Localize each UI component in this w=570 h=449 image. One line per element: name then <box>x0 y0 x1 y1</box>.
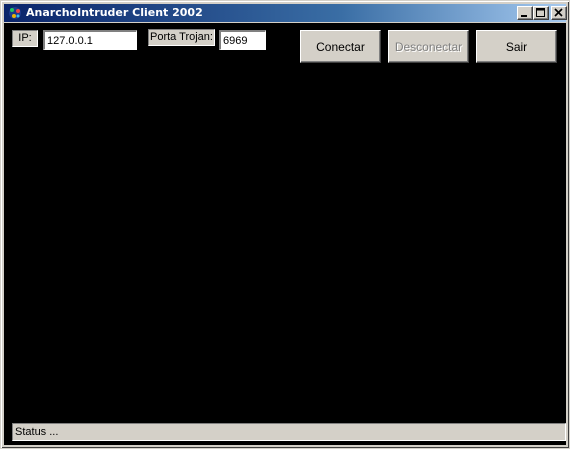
window-title: AnarchoIntruder Client 2002 <box>26 6 203 19</box>
port-label: Porta Trojan: <box>148 29 215 46</box>
maximize-icon <box>536 8 545 17</box>
app-icon <box>7 5 23 21</box>
client-area: IP: Porta Trojan: Conectar Desconectar S… <box>4 23 566 445</box>
status-bar: Status ... <box>12 423 566 441</box>
port-input[interactable] <box>219 30 266 50</box>
close-button[interactable] <box>551 6 567 20</box>
title-bar[interactable]: AnarchoIntruder Client 2002 <box>4 4 567 22</box>
exit-button[interactable]: Sair <box>476 30 557 63</box>
ip-input[interactable] <box>43 30 137 50</box>
disconnect-button[interactable]: Desconectar <box>388 30 469 63</box>
close-icon <box>554 8 563 17</box>
connect-button[interactable]: Conectar <box>300 30 381 63</box>
minimize-button[interactable] <box>517 6 533 20</box>
minimize-icon <box>521 15 527 17</box>
ip-label: IP: <box>12 30 38 47</box>
maximize-button[interactable] <box>533 6 549 20</box>
app-window: AnarchoIntruder Client 2002 IP: Porta Tr… <box>0 0 570 449</box>
